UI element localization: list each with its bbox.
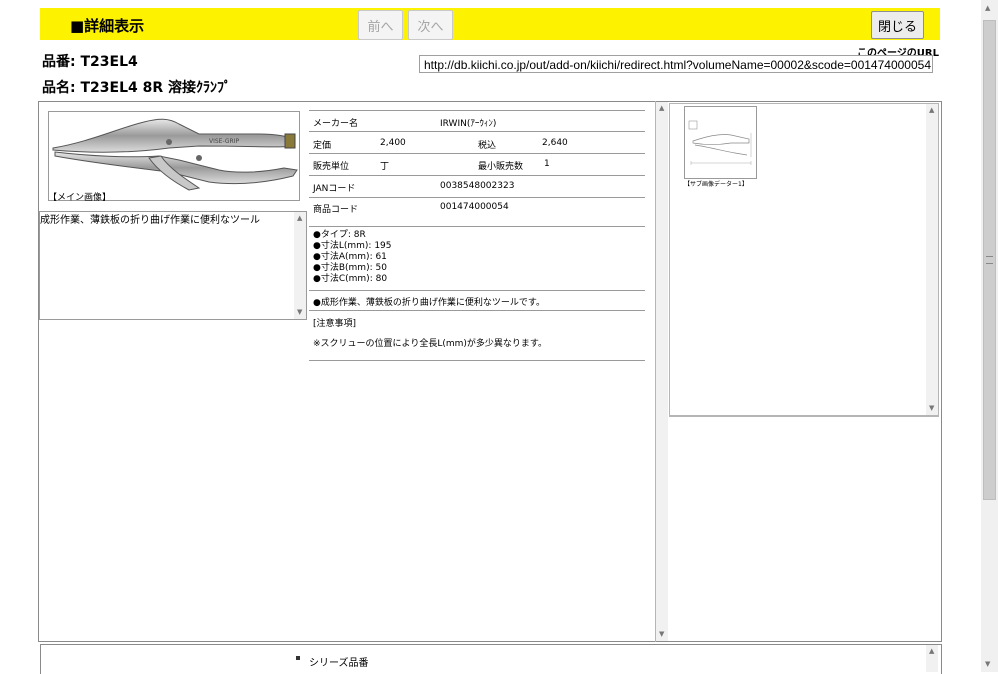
table-divider: [309, 110, 645, 111]
min-qty-label: 最小販売数: [478, 162, 524, 172]
jan-code-value: 0038548002323: [440, 181, 515, 191]
dimension-drawing-icon: [688, 120, 752, 165]
thumbnail-image[interactable]: [684, 106, 757, 179]
sales-unit-value: 丁: [380, 162, 390, 172]
list-item: ●寸法A(mm): 61: [313, 252, 387, 262]
product-code-value: 001474000054: [440, 202, 509, 212]
sales-unit-label: 販売単位: [313, 162, 350, 172]
table-divider: [309, 290, 645, 291]
list-item: ●タイプ: 8R: [313, 230, 366, 240]
part-number: 品番: T23EL4: [42, 54, 138, 70]
tax-incl-label: 税込: [478, 141, 497, 151]
series-panel: [40, 644, 942, 674]
list-item: ●寸法B(mm): 50: [313, 263, 387, 273]
preview-area: [669, 416, 939, 641]
scroll-up-arrow-icon[interactable]: ▲: [985, 4, 990, 12]
spec-bullet-list: ●タイプ: 8R ●寸法L(mm): 195 ●寸法A(mm): 61 ●寸法B…: [313, 230, 392, 285]
description-text: 成形作業、薄鉄板の折り曲げ作業に便利なツール: [40, 215, 260, 226]
table-divider: [309, 153, 645, 154]
locking-pliers-icon: VISE-GRIP: [52, 118, 298, 191]
table-divider: [309, 197, 645, 198]
prev-button[interactable]: 前へ: [358, 10, 403, 40]
part-name: 品名: T23EL4 8R 溶接ｸﾗﾝﾌﾟ: [42, 80, 231, 96]
scroll-down-arrow-icon[interactable]: ▼: [929, 404, 934, 412]
table-divider: [309, 226, 645, 227]
table-divider: [309, 131, 645, 132]
list-item: ●寸法L(mm): 195: [313, 241, 392, 251]
list-item: ●寸法C(mm): 80: [313, 274, 388, 284]
series-label: シリーズ品番: [309, 658, 369, 669]
scroll-down-arrow-icon[interactable]: ▼: [297, 308, 302, 316]
jan-code-label: JANコード: [313, 184, 356, 194]
maker-label: メーカー名: [313, 119, 359, 129]
scroll-up-arrow-icon[interactable]: ▲: [929, 647, 934, 655]
page-title: ■詳細表示: [70, 17, 145, 35]
caution-text: ※スクリューの位置により全長L(mm)が多少異なります。: [313, 339, 548, 349]
page-url-field[interactable]: http://db.kiichi.co.jp/out/add-on/kiichi…: [419, 55, 933, 73]
table-divider: [309, 360, 645, 361]
scroll-down-arrow-icon[interactable]: ▼: [985, 660, 990, 668]
maker-value: IRWIN(ｱｰｳｨﾝ): [440, 119, 497, 129]
table-divider: [309, 175, 645, 176]
svg-text:VISE-GRIP: VISE-GRIP: [209, 138, 239, 145]
list-price-value: 2,400: [380, 138, 406, 148]
scroll-up-arrow-icon[interactable]: ▲: [929, 106, 934, 114]
next-button[interactable]: 次へ: [408, 10, 453, 40]
product-code-label: 商品コード: [313, 205, 359, 215]
min-qty-value: 1: [544, 159, 550, 169]
list-price-label: 定価: [313, 141, 332, 151]
thumbnail-scrollbar[interactable]: [926, 104, 938, 415]
tax-incl-value: 2,640: [542, 138, 568, 148]
description-box[interactable]: [39, 211, 307, 320]
thumbnail-label: 【サブ画像データー1】: [684, 181, 748, 188]
description-scrollbar[interactable]: [294, 212, 306, 319]
table-divider: [309, 310, 645, 311]
bullet-icon: [296, 656, 300, 660]
header-bar: [40, 8, 940, 40]
close-button[interactable]: 閉じる: [871, 11, 924, 39]
feature-text: ●成形作業、薄鉄板の折り曲げ作業に便利なツールです。: [313, 298, 545, 308]
main-image: VISE-GRIP: [48, 111, 300, 201]
caution-heading: [注意事項]: [313, 319, 357, 329]
grip-icon: [986, 256, 993, 264]
main-image-label: 【メイン画像】: [48, 193, 112, 203]
scroll-up-arrow-icon[interactable]: ▲: [297, 214, 302, 222]
